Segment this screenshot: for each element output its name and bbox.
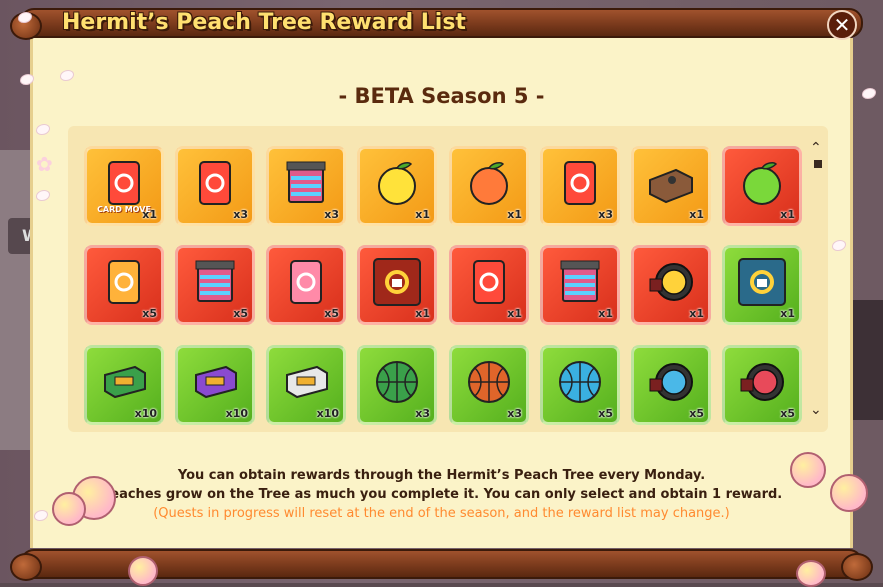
- reward-quantity: x3: [324, 208, 339, 221]
- scrollbar-thumb[interactable]: [814, 160, 822, 168]
- rainbow-card-pack-icon: [553, 255, 607, 309]
- reward-slot[interactable]: x3: [540, 146, 620, 226]
- rod-cap-left: [10, 553, 42, 581]
- card-lock-new-icon: [553, 156, 607, 210]
- reward-slot[interactable]: x5: [540, 345, 620, 425]
- reward-slot[interactable]: x10: [175, 345, 255, 425]
- reward-slot[interactable]: x1: [449, 146, 529, 226]
- reward-slot[interactable]: x5: [722, 345, 802, 425]
- red-rocket-wheel-icon: [735, 355, 789, 409]
- gold-card-swap-icon: [97, 255, 151, 309]
- reward-slot[interactable]: x1: [357, 245, 437, 325]
- reward-slot[interactable]: x1: [357, 146, 437, 226]
- rod-cap-right: [841, 553, 873, 581]
- reward-slot[interactable]: x1: [722, 146, 802, 226]
- gold-rocket-wheel-icon: [644, 255, 698, 309]
- reward-slot[interactable]: x5: [266, 245, 346, 325]
- scroll-down-arrow[interactable]: ⌄: [810, 402, 822, 418]
- card-swap-icon: [188, 156, 242, 210]
- close-button[interactable]: ✕: [827, 10, 857, 40]
- card-move-icon: [97, 156, 151, 210]
- white-ticket-box-icon: [279, 355, 333, 409]
- reward-slot[interactable]: x5: [175, 245, 255, 325]
- reward-quantity: x5: [780, 407, 795, 420]
- reward-slot[interactable]: x1: [631, 245, 711, 325]
- reward-quantity: x3: [233, 208, 248, 221]
- scroll-up-arrow[interactable]: ⌃: [810, 140, 822, 156]
- shirt-swap-icon: [370, 255, 424, 309]
- blossom-icon: ✿: [36, 152, 53, 176]
- red-card-swap-icon: [462, 255, 516, 309]
- reward-slot[interactable]: x3: [175, 146, 255, 226]
- season-label: - BETA Season 5 -: [338, 84, 545, 108]
- reward-slot[interactable]: x10: [266, 345, 346, 425]
- reward-slot[interactable]: x1: [722, 245, 802, 325]
- reward-slot[interactable]: x10: [84, 345, 164, 425]
- reward-quantity: x1: [598, 307, 613, 320]
- green-peach-icon: [735, 156, 789, 210]
- green-ticket-box-icon: [97, 355, 151, 409]
- blue-rocket-wheel-icon: [644, 355, 698, 409]
- reward-slot[interactable]: x5: [631, 345, 711, 425]
- reward-quantity: x1: [415, 307, 430, 320]
- blue-shirt-swap-icon: [735, 255, 789, 309]
- reward-quantity: x1: [507, 208, 522, 221]
- reward-quantity: x5: [324, 307, 339, 320]
- reward-quantity: x5: [233, 307, 248, 320]
- reward-slot[interactable]: x3: [357, 345, 437, 425]
- reward-quantity: x1: [780, 208, 795, 221]
- rainbow-pack-icon: [188, 255, 242, 309]
- orange-basketball-icon: [462, 355, 516, 409]
- reward-quantity: x10: [225, 407, 248, 420]
- green-basketball-icon: [370, 355, 424, 409]
- description-line-1: You can obtain rewards through the Hermi…: [177, 468, 706, 483]
- reward-quantity: x1: [689, 307, 704, 320]
- peach-decoration: [52, 492, 86, 526]
- peach-decoration: [790, 452, 826, 488]
- rainbow-card-pack-icon: [279, 156, 333, 210]
- reward-quantity: x1: [780, 307, 795, 320]
- reward-quantity: x3: [507, 407, 522, 420]
- reward-quantity: x1: [689, 208, 704, 221]
- reward-quantity: x5: [142, 307, 157, 320]
- reward-slot[interactable]: x1: [631, 146, 711, 226]
- reward-quantity: x10: [134, 407, 157, 420]
- reward-quantity: x1: [142, 208, 157, 221]
- purple-ticket-box-icon: [188, 355, 242, 409]
- reward-quantity: x1: [415, 208, 430, 221]
- reward-slot[interactable]: x5: [84, 245, 164, 325]
- reward-slot[interactable]: x1: [449, 245, 529, 325]
- reward-quantity: x3: [415, 407, 430, 420]
- reward-slot[interactable]: CARD MOVE x1: [84, 146, 164, 226]
- peach-icon: [462, 156, 516, 210]
- description-line-2: Peaches grow on the Tree as much you com…: [100, 487, 783, 502]
- wooden-box-icon: [644, 156, 698, 210]
- reward-quantity: x5: [689, 407, 704, 420]
- peach-decoration: [830, 474, 868, 512]
- reward-slot[interactable]: x1: [540, 245, 620, 325]
- reward-quantity: x5: [598, 407, 613, 420]
- golden-peach-icon: [370, 156, 424, 210]
- reward-quantity: x1: [507, 307, 522, 320]
- peach-decoration: [128, 556, 158, 586]
- reward-quantity: x3: [598, 208, 613, 221]
- reward-slot[interactable]: x3: [449, 345, 529, 425]
- reward-slot[interactable]: x3: [266, 146, 346, 226]
- blue-basketball-icon: [553, 355, 607, 409]
- pink-card-lock-icon: [279, 255, 333, 309]
- dialog-title: Hermit’s Peach Tree Reward List: [62, 10, 466, 35]
- description-warning: (Quests in progress will reset at the en…: [153, 506, 730, 521]
- reward-quantity: x10: [316, 407, 339, 420]
